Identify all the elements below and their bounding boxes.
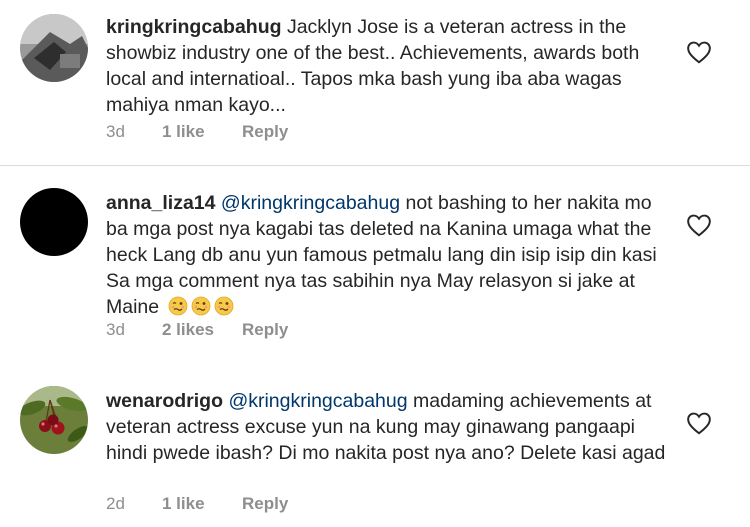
comment-username[interactable]: kringkringcabahug — [106, 16, 282, 38]
comment-divider — [0, 165, 750, 166]
comment-mention[interactable]: @kringkringcabahug — [221, 192, 400, 214]
comment-username[interactable]: wenarodrigo — [106, 390, 223, 412]
comment-meta: 3d 1 like Reply — [106, 122, 288, 142]
heart-outline-icon[interactable] — [686, 411, 712, 435]
comment-like-count[interactable]: 2 likes — [162, 320, 242, 340]
heart-outline-icon[interactable] — [686, 213, 712, 237]
comment-timestamp[interactable]: 2d — [106, 494, 162, 514]
avatar[interactable] — [20, 14, 88, 82]
avatar[interactable] — [20, 386, 88, 454]
reply-button[interactable]: Reply — [242, 122, 288, 142]
woozy-face-emoji — [168, 296, 187, 316]
comment-text: kringkringcabahug Jacklyn Jose is a vete… — [106, 14, 666, 118]
comment-timestamp[interactable]: 3d — [106, 122, 162, 142]
comment-meta: 2d 1 like Reply — [106, 494, 288, 514]
reply-button[interactable]: Reply — [242, 494, 288, 514]
comment-mention[interactable]: @kringkringcabahug — [228, 390, 407, 412]
avatar[interactable] — [20, 188, 88, 256]
comment-timestamp[interactable]: 3d — [106, 320, 162, 340]
comment-like-count[interactable]: 1 like — [162, 494, 242, 514]
comment-text: wenarodrigo @kringkringcabahug madaming … — [106, 388, 666, 466]
heart-outline-icon[interactable] — [686, 40, 712, 64]
woozy-face-emoji — [191, 296, 210, 316]
comment-meta: 3d 2 likes Reply — [106, 320, 288, 340]
comment-text: anna_liza14 @kringkringcabahug not bashi… — [106, 190, 666, 320]
emoji-group — [165, 296, 234, 318]
woozy-face-emoji — [214, 296, 233, 316]
comment-username[interactable]: anna_liza14 — [106, 192, 215, 214]
black-avatar — [20, 188, 88, 256]
photo-avatar-grey — [20, 14, 88, 82]
reply-button[interactable]: Reply — [242, 320, 288, 340]
cherries-photo-avatar — [20, 386, 88, 454]
comment-like-count[interactable]: 1 like — [162, 122, 242, 142]
